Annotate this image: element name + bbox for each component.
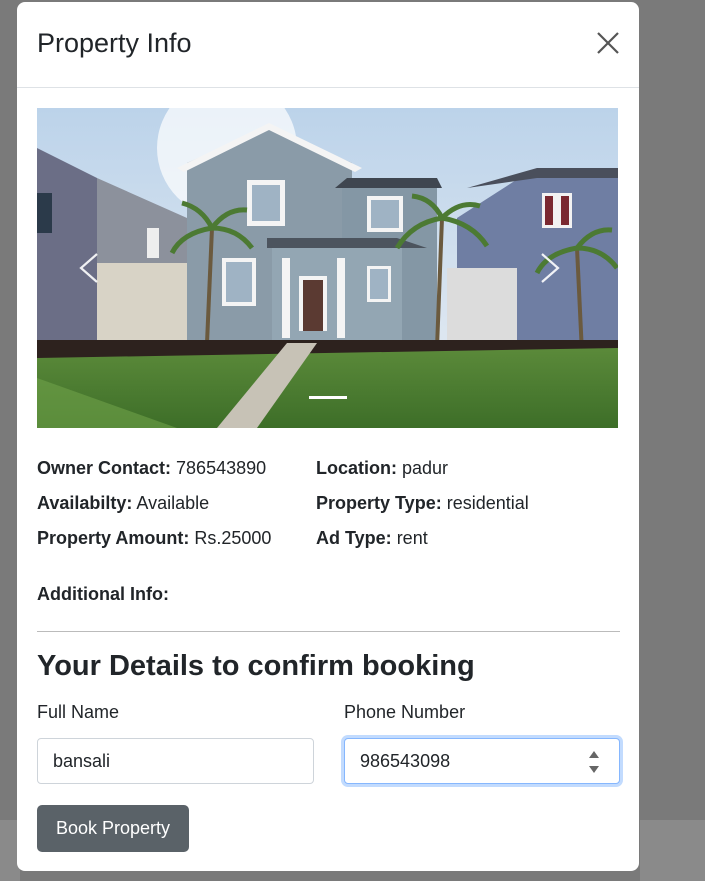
location-value: padur	[402, 458, 449, 478]
full-name-label: Full Name	[37, 702, 120, 722]
property-type-value: residential	[446, 493, 529, 513]
availability: Availabilty: Available	[37, 493, 209, 514]
modal-header: Property Info	[17, 2, 639, 88]
property-info-modal: Property Info Owner Contact: 786543890 L…	[17, 2, 639, 871]
owner-contact-label: Owner Contact:	[37, 458, 172, 478]
book-property-button[interactable]: Book Property	[37, 805, 189, 852]
carousel-next-button[interactable]	[530, 248, 570, 288]
property-image-carousel	[37, 108, 618, 428]
booking-form-title: Your Details to confirm booking	[37, 650, 475, 682]
phone-number-input[interactable]	[344, 738, 620, 784]
availability-value: Available	[136, 493, 210, 513]
modal-title: Property Info	[37, 28, 192, 58]
property-amount-label: Property Amount:	[37, 528, 190, 548]
ad-type: Ad Type: rent	[316, 528, 428, 549]
carousel-indicator-1[interactable]	[309, 396, 347, 399]
availability-label: Availabilty:	[37, 493, 133, 513]
close-button[interactable]	[591, 26, 625, 60]
property-type-label: Property Type:	[316, 493, 442, 513]
full-name-input[interactable]	[37, 738, 314, 784]
modal-backdrop[interactable]	[640, 820, 705, 881]
ad-type-value: rent	[396, 528, 428, 548]
divider	[37, 631, 620, 632]
phone-number-label: Phone Number	[344, 702, 466, 722]
carousel-prev-button[interactable]	[69, 248, 109, 288]
location: Location: padur	[316, 458, 448, 479]
close-icon	[597, 32, 619, 54]
ad-type-label: Ad Type:	[316, 528, 392, 548]
additional-info-label: Additional Info:	[37, 584, 169, 604]
owner-contact: Owner Contact: 786543890	[37, 458, 266, 479]
property-amount: Property Amount: Rs.25000	[37, 528, 271, 549]
number-spinner-icon[interactable]	[587, 748, 601, 776]
owner-contact-value: 786543890	[176, 458, 267, 478]
chevron-left-icon	[79, 253, 98, 283]
chevron-right-icon	[541, 253, 560, 283]
property-type: Property Type: residential	[316, 493, 529, 514]
location-label: Location:	[316, 458, 397, 478]
property-amount-value: Rs.25000	[194, 528, 272, 548]
